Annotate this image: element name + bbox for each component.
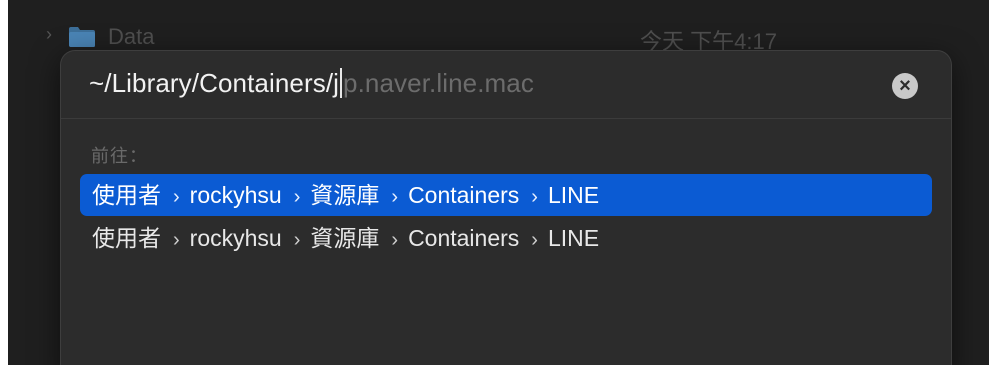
path-separator-icon: ›	[531, 229, 538, 251]
finder-window: › Data 今天 下午4:17 ~/Library/Containers/j p…	[8, 0, 989, 365]
folder-name: Data	[108, 24, 155, 49]
result-row-selected[interactable]: 使用者 › rockyhsu › 資源庫 › Containers › LINE	[80, 174, 932, 216]
go-to-folder-sheet: ~/Library/Containers/j p.naver.line.mac ×…	[61, 51, 951, 365]
result-row[interactable]: 使用者 › rockyhsu › 資源庫 › Containers › LINE	[80, 217, 932, 259]
clear-icon[interactable]: ×	[892, 73, 918, 99]
path-separator-icon: ›	[173, 186, 180, 208]
path-input[interactable]: ~/Library/Containers/j p.naver.line.mac ×	[61, 51, 951, 119]
folder-icon	[69, 27, 95, 47]
path-separator-icon: ›	[173, 229, 180, 251]
path-autocomplete-suggestion: p.naver.line.mac	[343, 68, 534, 98]
path-segment-line: LINE	[547, 182, 600, 208]
path-segment-containers: Containers	[408, 182, 520, 208]
path-segment-user: rockyhsu	[189, 225, 282, 251]
path-field[interactable]: ~/Library/Containers/j p.naver.line.mac	[89, 68, 534, 99]
text-caret	[340, 68, 343, 98]
disclosure-chevron-icon[interactable]: ›	[46, 24, 52, 45]
path-separator-icon: ›	[391, 186, 399, 208]
path-separator-icon: ›	[293, 229, 301, 251]
path-segment-library: 資源庫	[310, 182, 380, 208]
path-segment-users: 使用者	[92, 225, 161, 251]
path-separator-icon: ›	[531, 186, 538, 208]
path-segment-containers: Containers	[408, 225, 520, 251]
path-typed-text: ~/Library/Containers/j	[89, 68, 340, 98]
path-segment-user: rockyhsu	[189, 182, 282, 208]
finder-row-data[interactable]: › Data 今天 下午4:17	[8, 14, 989, 54]
path-segment-library: 資源庫	[310, 225, 380, 251]
go-to-label: 前往：	[91, 146, 148, 166]
path-separator-icon: ›	[391, 229, 399, 251]
path-segment-line: LINE	[547, 225, 600, 251]
path-separator-icon: ›	[293, 186, 301, 208]
path-segment-users: 使用者	[92, 182, 161, 208]
